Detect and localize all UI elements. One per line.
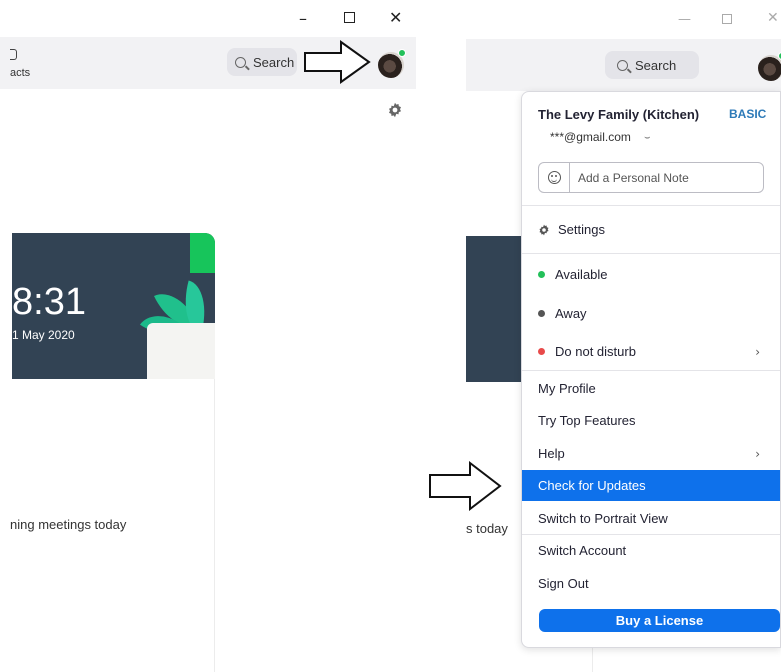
meetings-status-text: s today [466,521,508,536]
menu-item-try-top-features[interactable]: Try Top Features [522,407,780,434]
menu-item-label: Sign Out [538,576,589,591]
maximize-icon[interactable] [344,12,355,23]
buy-license-button[interactable]: Buy a License [539,609,780,632]
search-label: Search [253,54,295,70]
menu-item-label: Try Top Features [538,413,636,428]
panel-divider [214,379,215,672]
clock-date: 1 May 2020 [12,328,75,342]
menu-item-label: Do not disturb [555,344,636,359]
menu-item-label: Settings [558,222,605,237]
meetings-status-text: ning meetings today [10,517,127,532]
menu-item-away[interactable]: Away [522,300,780,327]
menu-item-switch-portrait-view[interactable]: Switch to Portrait View [522,505,780,532]
profile-menu: The Levy Family (Kitchen) BASIC ***@gmai… [521,91,781,648]
plan-badge: BASIC [729,107,767,121]
panel-divider [592,645,593,672]
away-clock-icon [538,310,545,317]
contacts-tab-label[interactable]: acts [10,67,30,79]
menu-item-check-for-updates[interactable]: Check for Updates [522,470,780,501]
menu-item-label: My Profile [538,381,596,396]
gear-icon[interactable] [387,102,403,118]
menu-item-label: Away [555,306,587,321]
clock-card-partial [466,236,522,382]
menu-item-help[interactable]: Help › [522,440,780,467]
pointer-arrow-icon [304,40,371,84]
decor-block [190,233,215,273]
menu-item-label: Switch Account [538,543,627,558]
search-icon [617,59,628,71]
menu-item-my-profile[interactable]: My Profile [522,375,780,402]
account-email: ***@gmail.com [550,130,631,144]
close-icon[interactable]: ✕ [767,10,779,26]
menu-item-label: Check for Updates [538,478,646,493]
menu-item-do-not-disturb[interactable]: Do not disturb › [522,338,780,365]
menu-item-sign-out[interactable]: Sign Out [522,570,780,597]
menu-divider [522,205,780,206]
menu-item-label: Help [538,446,565,461]
emoji-button[interactable] [539,163,570,192]
maximize-icon[interactable] [722,14,732,24]
close-icon[interactable]: ✕ [389,8,402,27]
personal-note-input[interactable]: Add a Personal Note [538,162,764,193]
account-name: The Levy Family (Kitchen) [538,107,700,122]
eye-hidden-icon[interactable]: ⌣ [644,132,651,143]
menu-item-label: Switch to Portrait View [538,511,668,526]
minimize-icon[interactable]: — [678,12,691,27]
menu-divider [522,534,780,535]
note-placeholder: Add a Personal Note [578,170,689,185]
menu-divider [522,253,780,254]
dnd-dot-icon [538,348,545,355]
menu-divider [522,370,780,371]
online-status-dot [398,49,406,57]
clock-card: 8:31 1 May 2020 [12,233,215,379]
minimize-icon[interactable]: – [299,9,307,28]
clock-time: 8:31 [12,281,86,323]
menu-item-label: Available [555,267,608,282]
smiley-icon [547,171,561,184]
avatar[interactable] [378,49,406,78]
chevron-right-icon: › [755,446,760,461]
search-input[interactable]: Search [605,51,699,79]
search-icon [235,56,246,68]
pointer-arrow-icon [429,461,502,511]
available-dot-icon [538,271,545,278]
contacts-icon[interactable] [10,49,17,60]
menu-item-switch-account[interactable]: Switch Account [522,537,780,564]
avatar[interactable] [758,52,781,81]
chevron-right-icon: › [755,344,760,359]
gear-icon [539,224,549,235]
search-input[interactable]: Search [227,48,297,76]
menu-item-settings[interactable]: Settings [522,216,780,243]
menu-item-available[interactable]: Available [522,261,780,288]
search-label: Search [635,57,677,73]
